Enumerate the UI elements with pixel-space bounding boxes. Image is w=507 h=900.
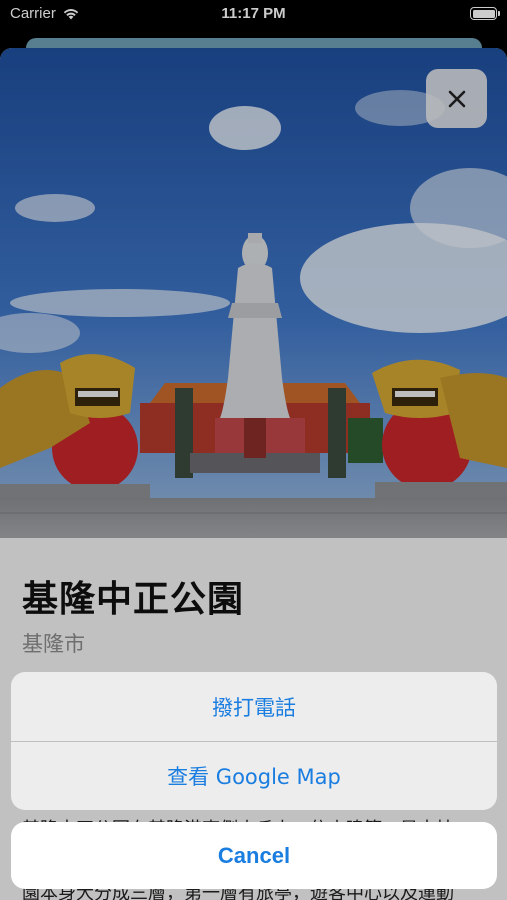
action-sheet: 撥打電話 查看 Google Map <box>11 672 497 810</box>
cancel-button[interactable]: Cancel <box>11 822 497 889</box>
call-phone-action[interactable]: 撥打電話 <box>11 672 497 741</box>
view-google-map-action[interactable]: 查看 Google Map <box>11 741 497 810</box>
